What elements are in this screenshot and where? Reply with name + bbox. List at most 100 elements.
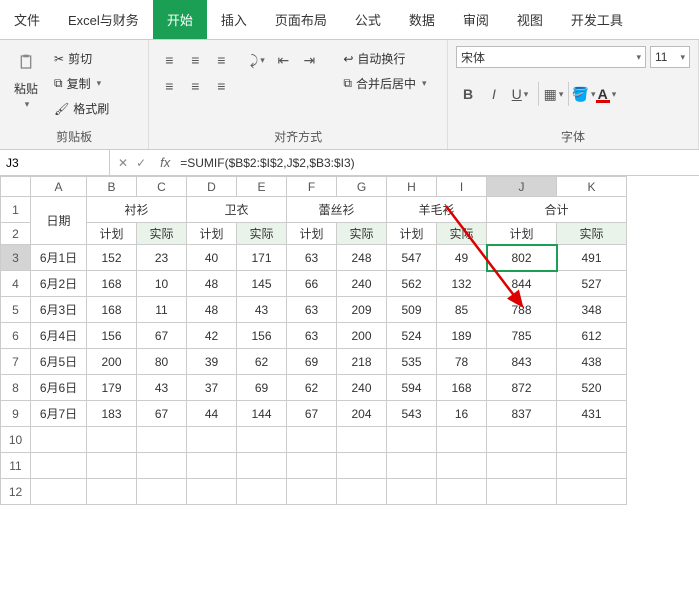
cell-empty[interactable]: [387, 453, 437, 479]
subheader-plan[interactable]: 计划: [87, 223, 137, 245]
menu-tab-视图[interactable]: 视图: [503, 0, 557, 39]
cell-empty[interactable]: [237, 427, 287, 453]
cell-date[interactable]: 6月6日: [31, 375, 87, 401]
cell-value[interactable]: 509: [387, 297, 437, 323]
cell-value[interactable]: 10: [137, 271, 187, 297]
cell-value[interactable]: 11: [137, 297, 187, 323]
row-header[interactable]: 12: [1, 479, 31, 505]
fx-icon[interactable]: fx: [154, 155, 176, 170]
cell-value[interactable]: 168: [437, 375, 487, 401]
cell-total-actual[interactable]: 520: [557, 375, 627, 401]
cell-value[interactable]: 78: [437, 349, 487, 375]
menu-tab-文件[interactable]: 文件: [0, 0, 54, 39]
cell-empty[interactable]: [337, 453, 387, 479]
cell-total-plan[interactable]: 788: [487, 297, 557, 323]
border-button[interactable]: ▦▾: [538, 82, 562, 106]
col-header[interactable]: G: [337, 177, 387, 197]
cell-date[interactable]: 6月2日: [31, 271, 87, 297]
header-date[interactable]: 日期: [31, 197, 87, 245]
paste-button[interactable]: 粘贴 ▾: [8, 44, 44, 112]
cell-value[interactable]: 132: [437, 271, 487, 297]
menu-tab-开发工具[interactable]: 开发工具: [557, 0, 637, 39]
cell-value[interactable]: 66: [287, 271, 337, 297]
subheader-plan[interactable]: 计划: [187, 223, 237, 245]
cell-empty[interactable]: [337, 479, 387, 505]
row-header[interactable]: 8: [1, 375, 31, 401]
name-box[interactable]: [0, 150, 110, 175]
col-header[interactable]: K: [557, 177, 627, 197]
col-header[interactable]: I: [437, 177, 487, 197]
cell-value[interactable]: 240: [337, 271, 387, 297]
cell-empty[interactable]: [387, 427, 437, 453]
cell-date[interactable]: 6月4日: [31, 323, 87, 349]
col-header[interactable]: H: [387, 177, 437, 197]
subheader-actual[interactable]: 实际: [437, 223, 487, 245]
underline-button[interactable]: U▾: [508, 82, 532, 106]
cell-value[interactable]: 49: [437, 245, 487, 271]
cell-total-actual[interactable]: 438: [557, 349, 627, 375]
cell-value[interactable]: 62: [287, 375, 337, 401]
menu-tab-页面布局[interactable]: 页面布局: [261, 0, 341, 39]
cell-total-plan[interactable]: 844: [487, 271, 557, 297]
cell-value[interactable]: 63: [287, 297, 337, 323]
cell-empty[interactable]: [237, 453, 287, 479]
cell-empty[interactable]: [287, 479, 337, 505]
cell-value[interactable]: 200: [337, 323, 387, 349]
font-color-button[interactable]: A▾: [594, 82, 618, 106]
row-header[interactable]: 9: [1, 401, 31, 427]
cell-empty[interactable]: [87, 453, 137, 479]
cell-value[interactable]: 85: [437, 297, 487, 323]
cell-value[interactable]: 524: [387, 323, 437, 349]
cell-value[interactable]: 67: [287, 401, 337, 427]
menu-tab-插入[interactable]: 插入: [207, 0, 261, 39]
row-header[interactable]: 2: [1, 223, 31, 245]
cell-value[interactable]: 189: [437, 323, 487, 349]
cell-empty[interactable]: [557, 427, 627, 453]
accept-formula-icon[interactable]: ✓: [136, 156, 146, 170]
cell-empty[interactable]: [287, 427, 337, 453]
cell-value[interactable]: 69: [237, 375, 287, 401]
cell-value[interactable]: 543: [387, 401, 437, 427]
select-all-corner[interactable]: [1, 177, 31, 197]
cancel-formula-icon[interactable]: ✕: [118, 156, 128, 170]
cell-total-plan[interactable]: 872: [487, 375, 557, 401]
header-wool[interactable]: 羊毛衫: [387, 197, 487, 223]
cell-value[interactable]: 67: [137, 323, 187, 349]
cell-value[interactable]: 168: [87, 297, 137, 323]
cell-value[interactable]: 69: [287, 349, 337, 375]
cell-value[interactable]: 562: [387, 271, 437, 297]
col-header[interactable]: B: [87, 177, 137, 197]
cell-value[interactable]: 37: [187, 375, 237, 401]
cell-value[interactable]: 535: [387, 349, 437, 375]
cell-total-actual[interactable]: 431: [557, 401, 627, 427]
align-left-button[interactable]: ≡: [157, 74, 181, 98]
cell-value[interactable]: 23: [137, 245, 187, 271]
cell-date[interactable]: 6月3日: [31, 297, 87, 323]
cell-empty[interactable]: [437, 479, 487, 505]
cell-value[interactable]: 16: [437, 401, 487, 427]
row-header[interactable]: 11: [1, 453, 31, 479]
cell-empty[interactable]: [557, 453, 627, 479]
header-sweater[interactable]: 卫衣: [187, 197, 287, 223]
cell-empty[interactable]: [137, 453, 187, 479]
cell-total-actual[interactable]: 491: [557, 245, 627, 271]
cell-empty[interactable]: [187, 479, 237, 505]
align-top-button[interactable]: ≡: [157, 48, 181, 72]
header-total[interactable]: 合计: [487, 197, 627, 223]
cell-value[interactable]: 63: [287, 323, 337, 349]
decrease-indent-button[interactable]: ⇤: [271, 48, 295, 72]
col-header[interactable]: F: [287, 177, 337, 197]
merge-center-button[interactable]: ⧉ 合并后居中 ▾: [339, 73, 430, 94]
formula-input[interactable]: [176, 150, 699, 175]
col-header[interactable]: D: [187, 177, 237, 197]
cell-empty[interactable]: [387, 479, 437, 505]
align-bottom-button[interactable]: ≡: [209, 48, 233, 72]
cell-empty[interactable]: [287, 453, 337, 479]
cell-empty[interactable]: [87, 427, 137, 453]
subheader-plan[interactable]: 计划: [387, 223, 437, 245]
bold-button[interactable]: B: [456, 82, 480, 106]
cell-value[interactable]: 156: [237, 323, 287, 349]
cell-empty[interactable]: [31, 427, 87, 453]
cell-empty[interactable]: [87, 479, 137, 505]
cell-empty[interactable]: [31, 479, 87, 505]
